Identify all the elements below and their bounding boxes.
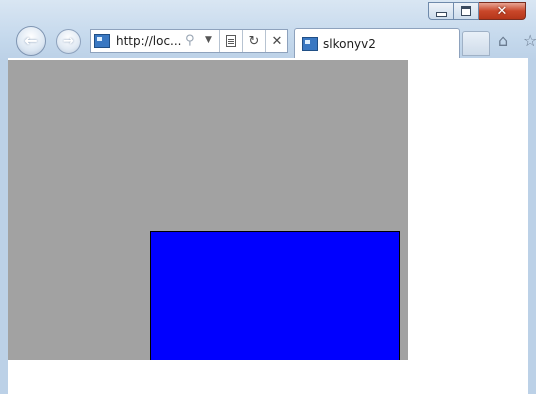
stop-icon: ✕ [271,33,283,49]
browser-window: ✕ ← → http://loc... ⚲ ▼ ↻ ✕ slkonyv2 ⌂ ☆ [0,0,536,394]
tab-favicon-icon [302,37,318,51]
refresh-icon: ↻ [248,33,260,49]
close-window-button[interactable]: ✕ [479,2,526,20]
page-favicon-icon [94,34,110,48]
stop-button[interactable]: ✕ [265,30,288,52]
forward-arrow-icon: → [63,34,74,49]
tab-active[interactable]: slkonyv2 [294,28,460,58]
minimize-button[interactable] [428,2,454,20]
search-icon[interactable]: ⚲ [185,33,195,48]
home-icon[interactable]: ⌂ [498,31,508,50]
blue-rectangle [150,231,400,360]
compatibility-view-icon [226,35,236,47]
compatibility-view-button[interactable] [219,30,242,52]
maximize-icon [454,3,478,19]
minimize-icon [429,3,453,19]
tab-title: slkonyv2 [323,37,376,51]
maximize-button[interactable] [454,2,479,20]
window-controls: ✕ [428,2,528,20]
back-button[interactable]: ← [16,26,46,56]
address-url[interactable]: http://loc... [116,34,181,48]
refresh-button[interactable]: ↻ [242,30,265,52]
address-bar[interactable]: http://loc... ⚲ ▼ ↻ ✕ [90,29,288,53]
new-tab-button[interactable] [462,31,490,56]
forward-button[interactable]: → [56,29,81,54]
favorites-icon[interactable]: ☆ [523,31,536,50]
page-viewport [8,58,528,394]
chevron-down-icon[interactable]: ▼ [205,35,212,45]
back-arrow-icon: ← [24,31,38,50]
close-icon: ✕ [496,3,508,19]
